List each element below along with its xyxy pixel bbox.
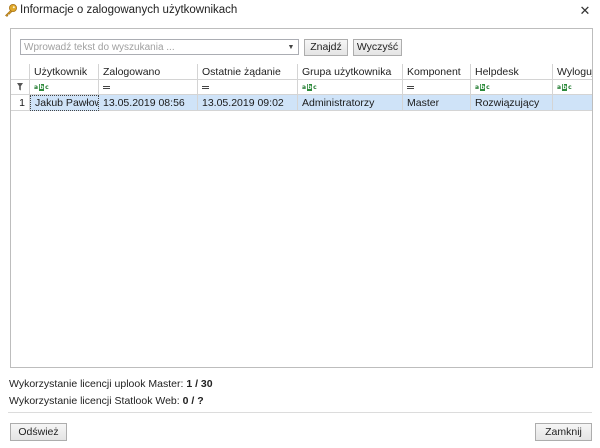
- chevron-down-icon[interactable]: ▼: [284, 40, 298, 54]
- abc-filter-icon[interactable]: abc: [475, 83, 490, 91]
- filter-cell-user[interactable]: abc: [30, 80, 99, 95]
- cell-last-request[interactable]: 13.05.2019 09:02: [198, 95, 298, 111]
- column-header-last-request[interactable]: Ostatnie żądanie: [198, 64, 298, 80]
- filter-cell-last-request[interactable]: [198, 80, 298, 95]
- abc-filter-icon[interactable]: abc: [557, 83, 572, 91]
- license-web-value: 0 / ?: [182, 395, 204, 407]
- equals-filter-icon[interactable]: [202, 85, 209, 89]
- find-button[interactable]: Znajdź: [304, 38, 348, 56]
- filter-cell-helpdesk[interactable]: abc: [471, 80, 553, 95]
- cell-helpdesk[interactable]: Rozwiązujący: [471, 95, 553, 111]
- license-web-info: Wykorzystanie licencji Statlook Web: 0 /…: [9, 395, 204, 407]
- equals-filter-icon[interactable]: [407, 85, 414, 89]
- equals-filter-icon[interactable]: [103, 85, 110, 89]
- license-master-value: 1 / 30: [186, 378, 213, 390]
- license-master-label: Wykorzystanie licencji uplook Master:: [9, 378, 184, 390]
- filter-cell-user-group[interactable]: abc: [298, 80, 403, 95]
- cell-user[interactable]: Jakub Pawłowski: [30, 95, 99, 111]
- close-button[interactable]: Zamknij: [535, 423, 592, 441]
- abc-filter-icon[interactable]: abc: [34, 83, 49, 91]
- users-panel: ▼ Znajdź Wyczyść Użytkownik Zalogowano O…: [10, 28, 593, 368]
- header-indicator: [11, 64, 30, 80]
- abc-filter-icon[interactable]: abc: [302, 83, 317, 91]
- cell-logout[interactable]: [553, 95, 592, 111]
- search-input[interactable]: [21, 40, 283, 54]
- license-master-info: Wykorzystanie licencji uplook Master: 1 …: [9, 378, 213, 390]
- column-header-logged-in[interactable]: Zalogowano: [99, 64, 198, 80]
- footer-divider: [8, 412, 592, 413]
- filter-cell-component[interactable]: [403, 80, 471, 95]
- column-header-user[interactable]: Użytkownik: [30, 64, 99, 80]
- search-combobox[interactable]: ▼: [20, 39, 299, 55]
- cell-logged-in[interactable]: 13.05.2019 08:56: [99, 95, 198, 111]
- search-bar: ▼ Znajdź Wyczyść: [20, 38, 402, 56]
- row-index: 1: [11, 95, 30, 111]
- column-header-logout[interactable]: Wyloguj: [553, 64, 592, 80]
- filter-cell-logout[interactable]: abc: [553, 80, 592, 95]
- cell-component[interactable]: Master: [403, 95, 471, 111]
- license-web-label: Wykorzystanie licencji Statlook Web:: [9, 395, 180, 407]
- refresh-button[interactable]: Odśwież: [10, 423, 67, 441]
- logged-users-grid: Użytkownik Zalogowano Ostatnie żądanie G…: [11, 64, 592, 111]
- column-header-component[interactable]: Komponent: [403, 64, 471, 80]
- column-header-user-group[interactable]: Grupa użytkownika: [298, 64, 403, 80]
- column-header-helpdesk[interactable]: Helpdesk: [471, 64, 553, 80]
- window-title: Informacje o zalogowanych użytkownikach: [20, 4, 238, 16]
- key-icon: [5, 4, 17, 17]
- filter-icon: [11, 80, 30, 95]
- close-icon[interactable]: ✕: [574, 1, 596, 21]
- title-bar: Informacje o zalogowanych użytkownikach …: [0, 0, 600, 22]
- grid-header: Użytkownik Zalogowano Ostatnie żądanie G…: [11, 64, 592, 80]
- filter-cell-logged-in[interactable]: [99, 80, 198, 95]
- table-row[interactable]: 1 Jakub Pawłowski 13.05.2019 08:56 13.05…: [11, 95, 592, 111]
- grid-filter-row: abc abc abc abc: [11, 80, 592, 95]
- cell-user-group[interactable]: Administratorzy: [298, 95, 403, 111]
- clear-button[interactable]: Wyczyść: [353, 38, 402, 56]
